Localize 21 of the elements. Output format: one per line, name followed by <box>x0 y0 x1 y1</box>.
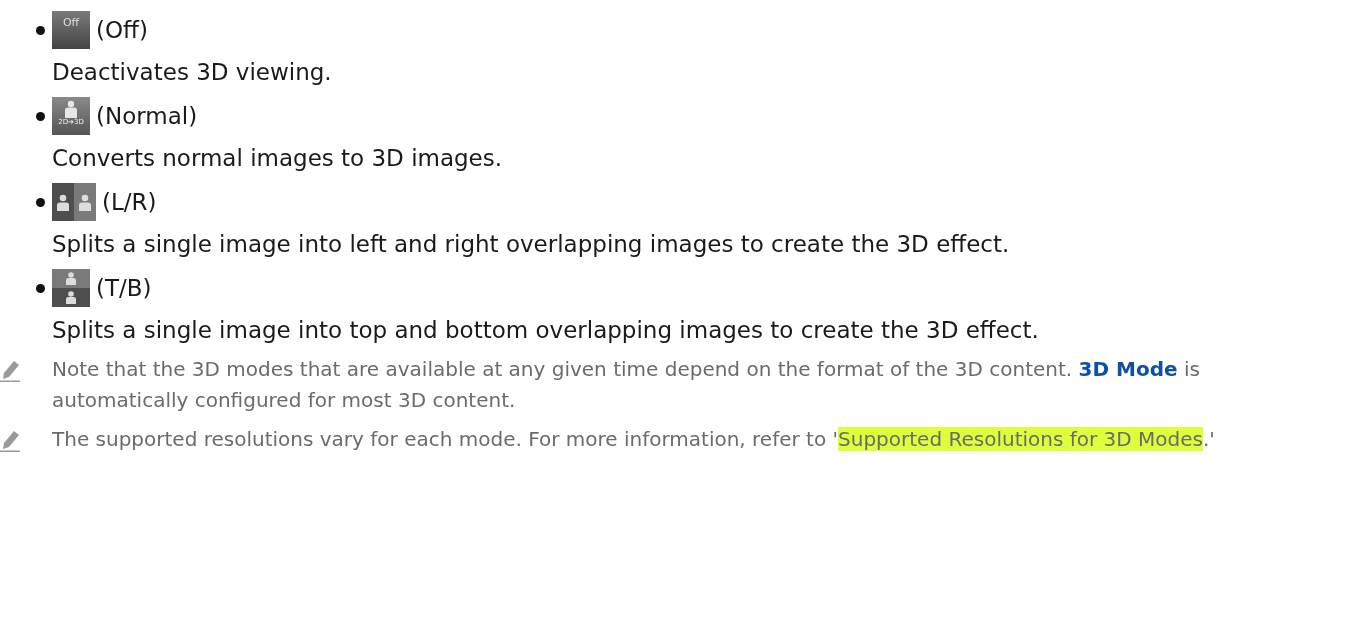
mode-label: (L/R) <box>102 189 157 215</box>
bullet-icon <box>36 26 45 35</box>
pencil-icon <box>0 358 22 382</box>
off-mode-icon: Off <box>52 11 90 49</box>
mode-label: (T/B) <box>96 275 152 301</box>
side-by-side-people-icon <box>52 183 96 221</box>
mode-link[interactable]: 3D Mode <box>1078 357 1178 381</box>
bullet-icon <box>36 198 45 207</box>
mode-description: Deactivates 3D viewing. <box>52 58 333 87</box>
mode-label: (Normal) <box>96 103 198 129</box>
mode-description: Splits a single image into top and bottom overlapping images to create the 3D effect. <box>52 316 1040 345</box>
bullet-icon <box>36 284 45 293</box>
resolutions-link[interactable]: Supported Resolutions for 3D Modes <box>838 427 1203 451</box>
note-text: The supported resolutions vary for each mode. For more information, refer to 'Supported Resolutions for 3D Modes.' <box>52 426 1215 453</box>
note-text: Note that the 3D modes that are available at any given time depend on the format of the 3D content. 3D Mode is automatically configured for most 3D content. <box>52 356 1201 414</box>
stacked-people-icon <box>52 269 90 307</box>
mode-description: Converts normal images to 3D images. <box>52 144 504 173</box>
bullet-icon <box>36 112 45 121</box>
pencil-icon <box>0 428 22 452</box>
mode-label: (Off) <box>96 17 148 43</box>
mode-description: Splits a single image into left and right overlapping images to create the 3D effect. <box>52 230 1011 259</box>
